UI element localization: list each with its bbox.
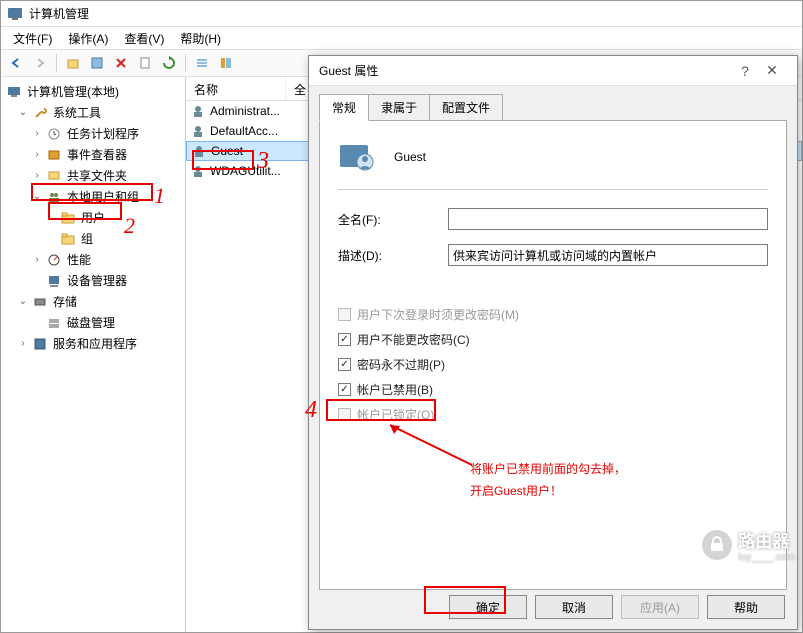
checkbox-cannot-change[interactable]: 用户不能更改密码(C) <box>338 331 768 348</box>
fullname-input[interactable] <box>448 208 768 230</box>
properties-icon[interactable] <box>86 52 108 74</box>
watermark-logo-icon <box>702 530 732 560</box>
detail-icon[interactable] <box>215 52 237 74</box>
menu-action[interactable]: 操作(A) <box>60 28 116 49</box>
checkbox-icon <box>338 408 351 421</box>
app-icon <box>7 6 23 22</box>
device-icon <box>46 273 62 289</box>
menubar: 文件(F) 操作(A) 查看(V) 帮助(H) <box>1 27 802 49</box>
user-icon <box>190 103 206 119</box>
nav-forward-icon[interactable] <box>29 52 51 74</box>
folder-icon <box>60 210 76 226</box>
collapse-icon[interactable]: ⌄ <box>17 296 29 307</box>
tree-performance[interactable]: › 性能 <box>3 249 183 270</box>
tree-root[interactable]: 计算机管理(本地) <box>3 81 183 102</box>
watermark-title: 路由器 <box>738 527 795 552</box>
perf-icon <box>46 252 62 268</box>
sheet-icon[interactable] <box>134 52 156 74</box>
up-icon[interactable] <box>62 52 84 74</box>
fullname-label: 全名(F): <box>338 211 448 228</box>
checkbox-icon <box>338 308 351 321</box>
window-title: 计算机管理 <box>29 5 89 22</box>
desc-input[interactable] <box>448 244 768 266</box>
tree-event-viewer[interactable]: › 事件查看器 <box>3 144 183 165</box>
tab-memberof[interactable]: 隶属于 <box>368 94 430 121</box>
expand-icon[interactable]: › <box>31 128 43 139</box>
share-icon <box>46 168 62 184</box>
tabstrip: 常规 隶属于 配置文件 <box>309 86 797 121</box>
tree-device-manager[interactable]: 设备管理器 <box>3 270 183 291</box>
menu-view[interactable]: 查看(V) <box>116 28 172 49</box>
list-icon[interactable] <box>191 52 213 74</box>
tree-storage[interactable]: ⌄ 存储 <box>3 291 183 312</box>
tools-icon <box>32 105 48 121</box>
folder-icon <box>60 231 76 247</box>
menu-file[interactable]: 文件(F) <box>5 28 60 49</box>
services-icon <box>32 336 48 352</box>
checkbox-never-expires[interactable]: 密码永不过期(P) <box>338 356 768 373</box>
help-icon[interactable]: ? <box>733 63 757 79</box>
user-icon <box>190 163 206 179</box>
refresh-icon[interactable] <box>158 52 180 74</box>
tree-disk-mgmt[interactable]: 磁盘管理 <box>3 312 183 333</box>
user-icon <box>191 143 207 159</box>
event-icon <box>46 147 62 163</box>
cancel-button[interactable]: 取消 <box>535 595 613 619</box>
expand-icon[interactable]: › <box>17 338 29 349</box>
user-large-icon <box>338 139 374 175</box>
users-icon <box>46 189 62 205</box>
checkbox-must-change: 用户下次登录时须更改密码(M) <box>338 306 768 323</box>
watermark: 路由器 luy____.com <box>702 527 795 563</box>
tree-task-scheduler[interactable]: › 任务计划程序 <box>3 123 183 144</box>
clock-icon <box>46 126 62 142</box>
checkbox-icon[interactable] <box>338 358 351 371</box>
dialog-titlebar: Guest 属性 ? ✕ <box>309 56 797 86</box>
nav-back-icon[interactable] <box>5 52 27 74</box>
watermark-sub: luy____.com <box>738 552 795 563</box>
disk-icon <box>46 315 62 331</box>
tree-system-tools[interactable]: ⌄ 系统工具 <box>3 102 183 123</box>
desc-label: 描述(D): <box>338 247 448 264</box>
menu-help[interactable]: 帮助(H) <box>172 28 229 49</box>
checkbox-account-disabled[interactable]: 帐户已禁用(B) <box>338 381 768 398</box>
checkbox-icon[interactable] <box>338 383 351 396</box>
tab-profile[interactable]: 配置文件 <box>429 94 503 121</box>
dialog-buttons: 确定 取消 应用(A) 帮助 <box>449 595 785 619</box>
tree-services-apps[interactable]: › 服务和应用程序 <box>3 333 183 354</box>
dialog-username: Guest <box>394 150 426 164</box>
ok-button[interactable]: 确定 <box>449 595 527 619</box>
storage-icon <box>32 294 48 310</box>
col-name[interactable]: 名称 <box>186 77 286 100</box>
tree-shared-folders[interactable]: › 共享文件夹 <box>3 165 183 186</box>
checkbox-icon[interactable] <box>338 333 351 346</box>
expand-icon[interactable]: › <box>31 254 43 265</box>
expand-icon[interactable]: › <box>31 170 43 181</box>
user-icon <box>190 123 206 139</box>
computer-icon <box>6 84 22 100</box>
titlebar: 计算机管理 <box>1 1 802 27</box>
tab-body: Guest 全名(F): 描述(D): 用户下次登录时须更改密码(M) 用户不能… <box>319 120 787 590</box>
tree-pane: 计算机管理(本地) ⌄ 系统工具 › 任务计划程序 › 事件查看器 › 共享文件… <box>1 77 186 632</box>
tree-users[interactable]: 用户 <box>3 207 183 228</box>
expand-icon[interactable]: › <box>31 149 43 160</box>
tab-general[interactable]: 常规 <box>319 94 369 121</box>
tree-groups[interactable]: 组 <box>3 228 183 249</box>
help-button[interactable]: 帮助 <box>707 595 785 619</box>
dialog-title: Guest 属性 <box>319 62 733 79</box>
collapse-icon[interactable]: ⌄ <box>31 191 43 202</box>
close-icon[interactable]: ✕ <box>757 62 787 79</box>
checkbox-account-locked: 帐户已锁定(O) <box>338 406 768 423</box>
collapse-icon[interactable]: ⌄ <box>17 107 29 118</box>
apply-button[interactable]: 应用(A) <box>621 595 699 619</box>
delete-icon[interactable] <box>110 52 132 74</box>
tree-local-users[interactable]: ⌄ 本地用户和组 <box>3 186 183 207</box>
